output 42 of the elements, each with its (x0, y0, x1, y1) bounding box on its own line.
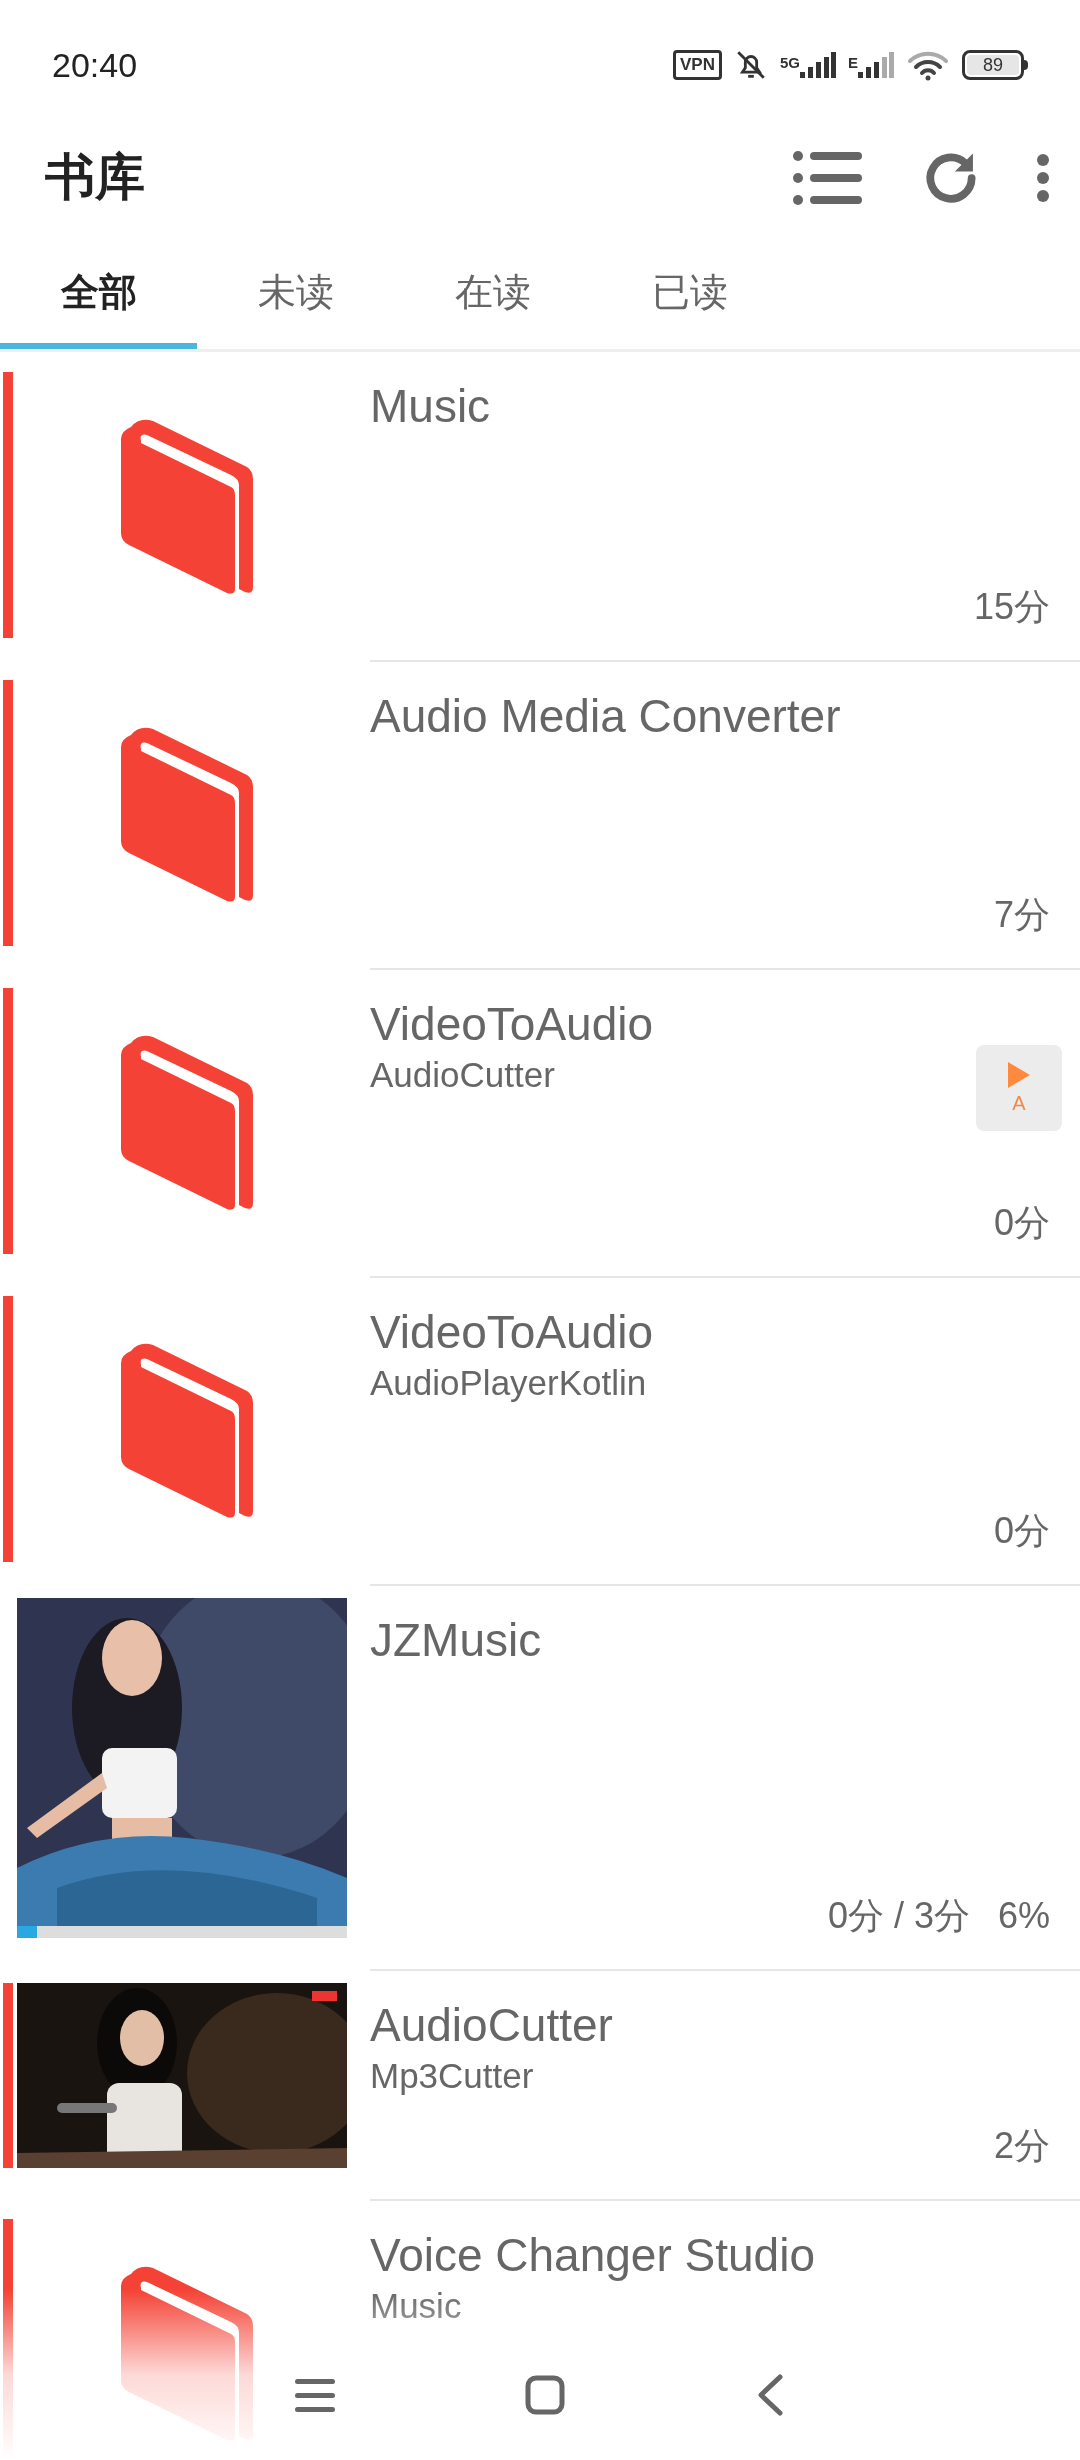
reading-time: 0分 (993, 1509, 1050, 1553)
list-icon[interactable] (792, 149, 862, 206)
tab[interactable]: 全部 (0, 235, 197, 349)
progress-percent: 6% (997, 1894, 1050, 1938)
book-icon (118, 1341, 255, 1519)
signal-icon (858, 52, 894, 78)
network-label: 5G (779, 53, 800, 73)
page-title: 书库 (45, 148, 146, 207)
book-subtitle: Music (370, 2285, 462, 2327)
play-icon (1006, 1060, 1032, 1090)
book-title: VideoToAudio (370, 1305, 654, 1360)
book-subtitle: Mp3Cutter (370, 2055, 534, 2097)
reading-time: 0分 / 3分 (827, 1894, 970, 1938)
home-icon[interactable] (525, 2375, 565, 2415)
more-icon[interactable] (1036, 152, 1050, 203)
tab[interactable]: 在读 (394, 235, 591, 349)
book-title: JZMusic (370, 1613, 542, 1668)
wifi-icon (906, 49, 950, 81)
book-icon (118, 417, 255, 595)
book-subtitle: AudioPlayerKotlin (370, 1362, 647, 1404)
reading-time: 2分 (993, 2124, 1050, 2168)
network-label: E (848, 53, 858, 73)
battery-level: 89 (983, 56, 1003, 74)
reading-time: 7分 (993, 893, 1050, 937)
tab[interactable]: 已读 (591, 235, 788, 349)
back-icon[interactable] (755, 2374, 785, 2416)
book-title: Music (370, 379, 491, 434)
book-icon (118, 1033, 255, 1211)
book-title: VideoToAudio (370, 997, 654, 1052)
vpn-badge: VPN (673, 50, 722, 80)
book-subtitle: AudioCutter (370, 1054, 555, 1096)
book-icon (118, 2264, 255, 2442)
book-title: Audio Media Converter (370, 689, 841, 744)
book-title: Voice Changer Studio (370, 2228, 815, 2283)
book-icon (118, 725, 255, 903)
menu-icon[interactable] (295, 2377, 335, 2413)
reading-time: 0分 (993, 1201, 1050, 1245)
tab[interactable]: 未读 (197, 235, 394, 349)
status-time: 20:40 (52, 44, 138, 86)
reading-time: 15分 (973, 585, 1050, 629)
signal-icon (800, 52, 836, 78)
book-title: AudioCutter (370, 1998, 613, 2053)
